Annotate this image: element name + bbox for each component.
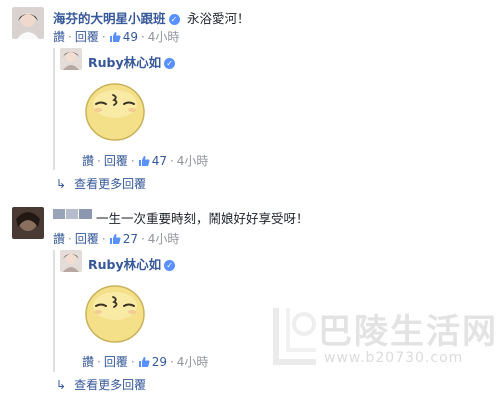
reply-author[interactable]: Ruby林心如 ✓ [88, 52, 176, 71]
author-name[interactable]: Ruby林心如 [88, 55, 161, 70]
reply-link[interactable]: 回覆 [104, 355, 128, 369]
like-count[interactable]: 27 [109, 232, 138, 246]
verified-badge-icon: ✓ [164, 260, 176, 271]
author-name[interactable]: 海芬的大明星小跟班 [53, 11, 166, 26]
like-link[interactable]: 讚 [53, 30, 65, 44]
like-link[interactable]: 讚 [82, 154, 94, 168]
watermark-logo [273, 308, 316, 365]
thumbs-up-icon [109, 32, 121, 42]
timestamp[interactable]: 4小時 [177, 154, 209, 168]
avatar[interactable] [60, 250, 82, 272]
avatar[interactable] [12, 7, 44, 39]
verified-badge-icon: ✓ [168, 14, 180, 25]
verified-badge-icon: ✓ [164, 58, 176, 69]
timestamp[interactable]: 4小時 [177, 355, 209, 369]
like-count[interactable]: 29 [138, 355, 167, 369]
watermark-brand: 巴陵生活网 [318, 312, 498, 352]
reply-actions: 讚 · 回覆 · 47 · 4小時 [82, 154, 209, 168]
like-link[interactable]: 讚 [82, 355, 94, 369]
thumbs-up-icon [109, 234, 121, 244]
blurred-name [53, 209, 92, 219]
view-more-replies-label[interactable]: 查看更多回覆 [74, 177, 146, 191]
like-count[interactable]: 47 [138, 154, 167, 168]
avatar[interactable] [12, 207, 44, 239]
comment-actions: 讚 · 回覆 · 49 · 4小時 [53, 30, 180, 44]
timestamp[interactable]: 4小時 [148, 232, 180, 246]
like-link[interactable]: 讚 [53, 232, 65, 246]
comment-text: 永浴愛河！ [187, 11, 250, 26]
reply-thread-line [53, 48, 55, 170]
reply-author[interactable]: Ruby林心如 ✓ [88, 254, 176, 273]
sticker-face-icon [84, 282, 146, 347]
comment-author-blurred[interactable] [53, 208, 93, 223]
thumbs-up-icon [138, 156, 150, 166]
reply-link[interactable]: 回覆 [104, 154, 128, 168]
sticker-face-icon [84, 80, 146, 145]
like-count[interactable]: 49 [109, 30, 138, 44]
reply-link[interactable]: 回覆 [75, 30, 99, 44]
comment-actions: 讚 · 回覆 · 27 · 4小時 [53, 232, 180, 246]
reply-thread-line [53, 250, 55, 372]
reply-arrow-icon: ↳ [56, 378, 67, 392]
thumbs-up-icon [138, 357, 150, 367]
reply-arrow-icon: ↳ [56, 177, 67, 191]
author-name[interactable]: Ruby林心如 [88, 257, 161, 272]
watermark-url: www.b20730.com [324, 350, 464, 366]
reply-actions: 讚 · 回覆 · 29 · 4小時 [82, 355, 209, 369]
view-more-replies-label[interactable]: 查看更多回覆 [74, 378, 146, 392]
comment-author[interactable]: 海芬的大明星小跟班 ✓ [53, 8, 180, 27]
watermark: 巴陵生活网 www.b20730.com [273, 308, 498, 366]
avatar[interactable] [60, 48, 82, 70]
view-more-replies-link[interactable]: ↳ 查看更多回覆 [56, 175, 146, 192]
timestamp[interactable]: 4小時 [148, 30, 180, 44]
view-more-replies-link[interactable]: ↳ 查看更多回覆 [56, 376, 146, 393]
comment-text: 一生一次重要時刻，鬧娘好好享受呀！ [96, 211, 309, 226]
reply-link[interactable]: 回覆 [75, 232, 99, 246]
